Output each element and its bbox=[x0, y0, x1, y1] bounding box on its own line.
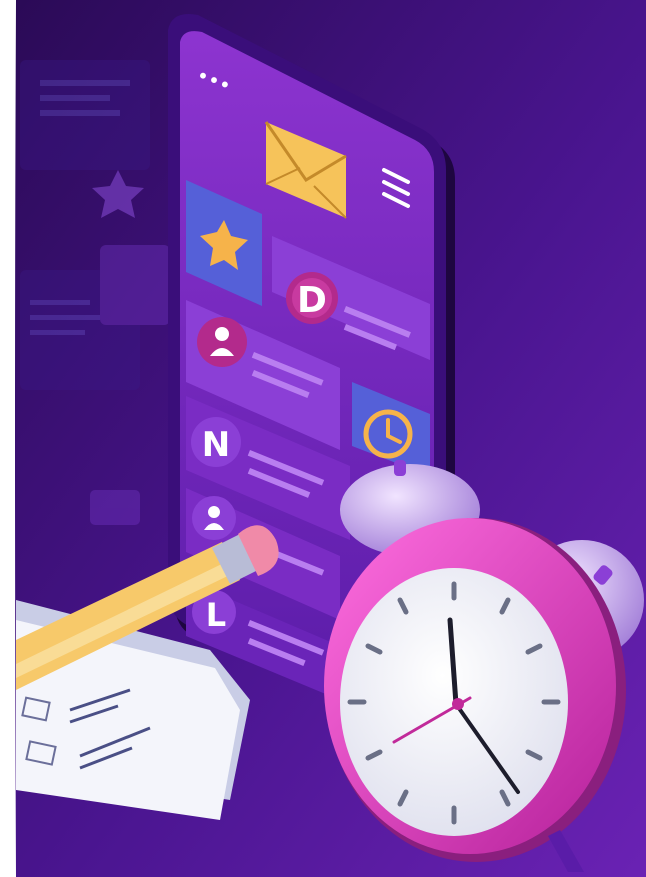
avatar-letter-n: N bbox=[202, 425, 230, 465]
left-edge-strip bbox=[0, 0, 16, 877]
avatar-letter-d: D bbox=[297, 280, 327, 321]
person-icon bbox=[215, 327, 229, 341]
avatar-badge-person bbox=[197, 317, 247, 367]
illustration-canvas: ••• D N L bbox=[0, 0, 646, 877]
avatar-letter-l: L bbox=[206, 596, 226, 634]
